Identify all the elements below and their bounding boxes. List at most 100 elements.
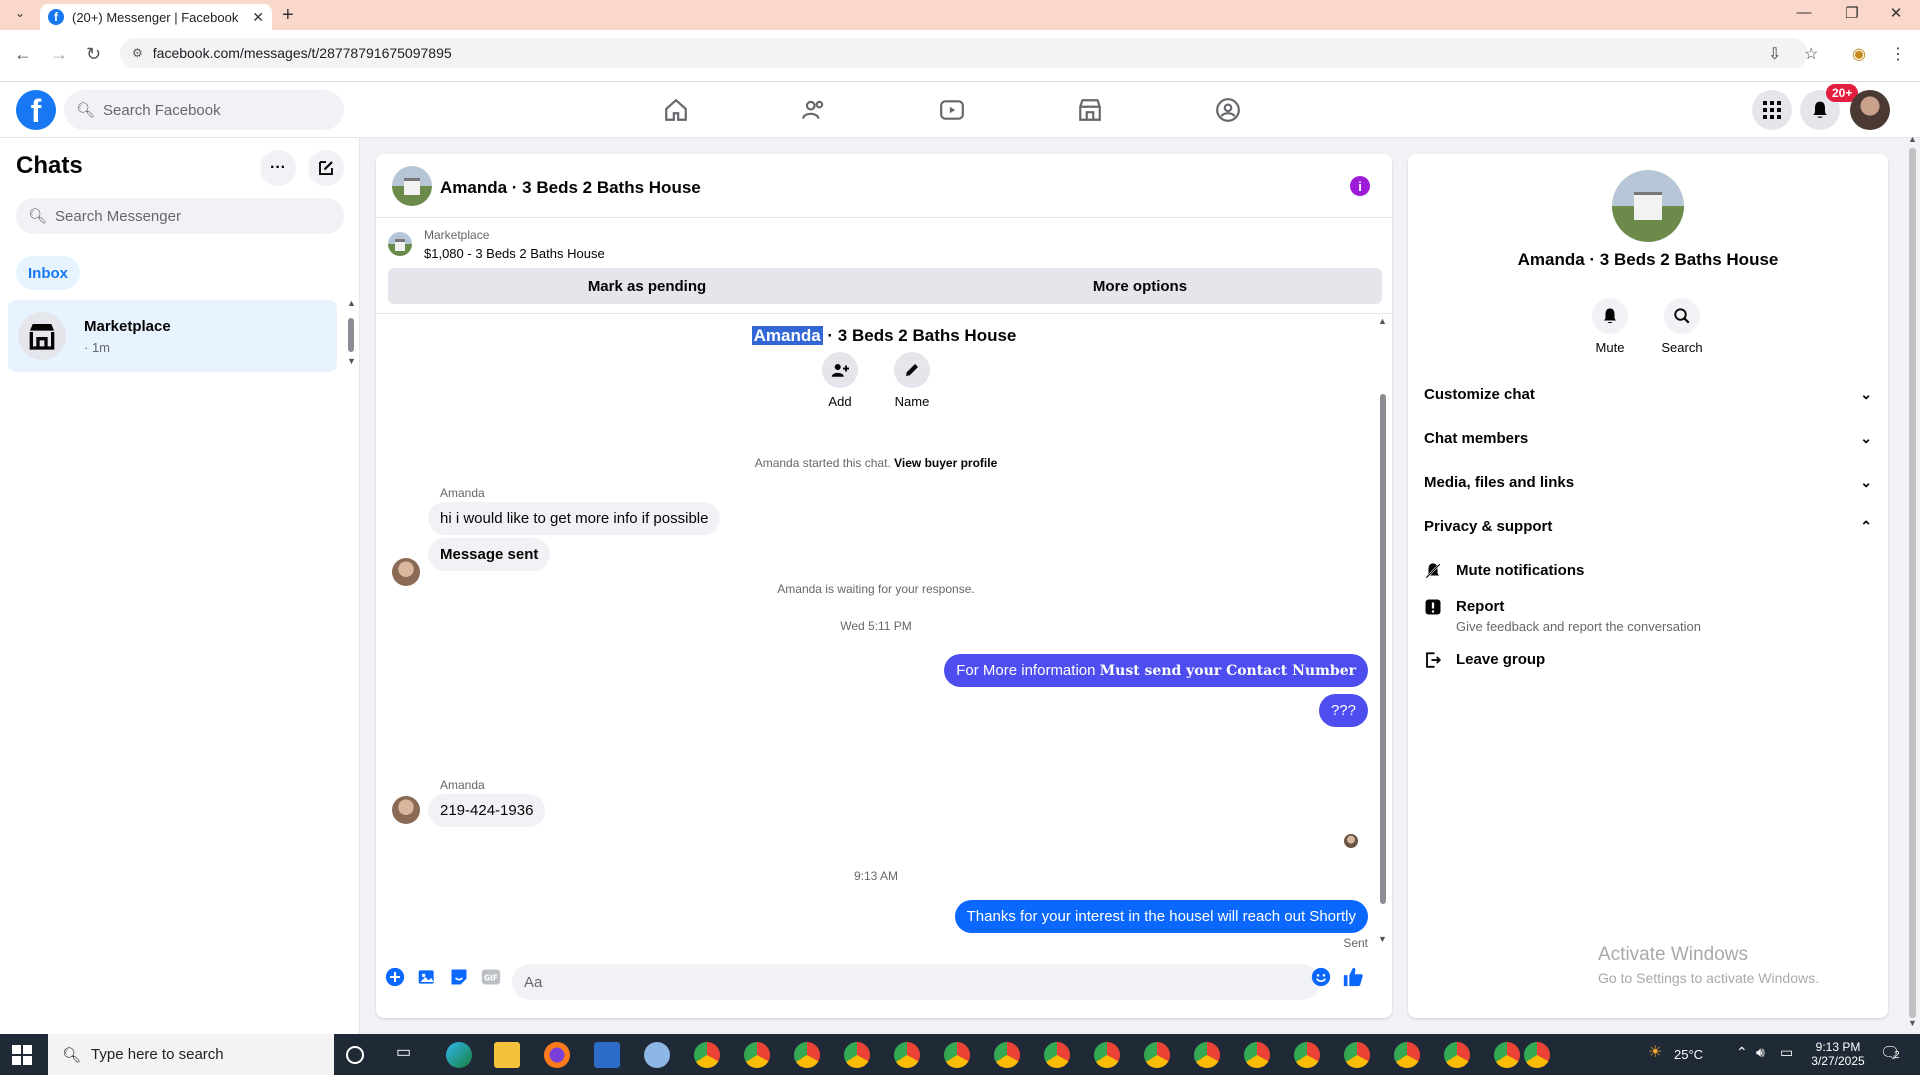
like-thumb-icon[interactable]	[1342, 966, 1364, 988]
more-options-icon[interactable]: ···	[260, 150, 296, 186]
chrome-icon-active[interactable]	[1524, 1042, 1550, 1068]
inbox-filter-tab[interactable]: Inbox	[16, 256, 80, 290]
scroll-up-arrow-icon[interactable]: ▲	[1908, 134, 1917, 144]
facebook-search-input[interactable]: 🔍︎ Search Facebook	[64, 90, 344, 130]
sidebar-scrollbar[interactable]: ▲ ▼	[347, 298, 356, 366]
volume-icon[interactable]: 🔊︎	[1756, 1044, 1765, 1061]
maximize-button[interactable]: ❐	[1832, 4, 1872, 22]
listing-thumbnail[interactable]	[388, 232, 412, 256]
network-icon[interactable]: ▭	[1780, 1044, 1793, 1061]
scrollbar-thumb[interactable]	[348, 318, 354, 352]
chrome-icon[interactable]	[1044, 1042, 1070, 1068]
profile-icon[interactable]: ◉	[1852, 44, 1866, 64]
leave-group-item[interactable]: Leave group	[1424, 651, 1872, 674]
outgoing-message-bubble[interactable]: For More information Must send your Cont…	[944, 654, 1368, 687]
emoji-icon[interactable]	[1310, 966, 1332, 988]
search-in-chat-button[interactable]: Search	[1652, 298, 1712, 355]
clock[interactable]: 9:13 PM 3/27/2025	[1806, 1040, 1870, 1068]
menu-grid-icon[interactable]	[1752, 90, 1792, 130]
chrome-icon[interactable]	[694, 1042, 720, 1068]
chrome-icon[interactable]	[1394, 1042, 1420, 1068]
bookmark-star-icon[interactable]: ☆	[1804, 44, 1818, 64]
more-options-button[interactable]: More options	[898, 268, 1382, 304]
conversation-item[interactable]: Marketplace · 1m	[8, 300, 337, 372]
notepad-icon[interactable]	[594, 1042, 620, 1068]
chrome-icon[interactable]	[1344, 1042, 1370, 1068]
browser-menu-icon[interactable]: ⋮	[1890, 44, 1906, 64]
sender-avatar[interactable]	[392, 796, 420, 824]
scrollbar-thumb[interactable]	[1380, 394, 1386, 904]
file-explorer-icon[interactable]	[494, 1042, 520, 1068]
tray-chevron-up-icon[interactable]: ⌃	[1736, 1044, 1748, 1061]
url-field[interactable]: ⚙ facebook.com/messages/t/28778791675097…	[120, 38, 1808, 68]
chat-header-title[interactable]: Amanda · 3 Beds 2 Baths House	[440, 178, 701, 198]
scrollbar-thumb[interactable]	[1909, 148, 1916, 1018]
chrome-icon[interactable]	[844, 1042, 870, 1068]
scroll-up-arrow-icon[interactable]: ▲	[1378, 316, 1387, 326]
incoming-message-bubble[interactable]: hi i would like to get more info if poss…	[428, 502, 721, 535]
edit-name-button[interactable]: Name	[882, 352, 942, 409]
mark-as-pending-button[interactable]: Mark as pending	[388, 268, 906, 304]
chrome-icon[interactable]	[1144, 1042, 1170, 1068]
view-buyer-profile-link[interactable]: View buyer profile	[894, 456, 997, 470]
cortana-icon[interactable]	[346, 1046, 364, 1064]
chat-avatar[interactable]	[392, 166, 432, 206]
chrome-icon[interactable]	[1094, 1042, 1120, 1068]
privacy-support-section[interactable]: Privacy & support ⌃	[1424, 508, 1872, 544]
mute-notifications-item[interactable]: Mute notifications	[1424, 562, 1872, 585]
chat-scrollbar[interactable]: ▲ ▼	[1378, 314, 1388, 946]
gif-icon[interactable]: GIF	[480, 966, 502, 988]
weather-icon[interactable]: ☀	[1648, 1042, 1662, 1062]
chat-members-section[interactable]: Chat members ⌄	[1424, 420, 1872, 456]
close-window-button[interactable]: ✕	[1876, 4, 1916, 22]
outgoing-message-bubble[interactable]: ???	[1318, 694, 1368, 727]
info-icon[interactable]: i	[1350, 176, 1370, 196]
home-icon[interactable]	[660, 94, 692, 126]
account-avatar[interactable]	[1850, 90, 1890, 130]
friends-icon[interactable]	[798, 94, 830, 126]
firefox-icon[interactable]	[544, 1042, 570, 1068]
customize-chat-section[interactable]: Customize chat ⌄	[1424, 376, 1872, 412]
marketplace-icon[interactable]	[1074, 94, 1106, 126]
task-view-icon[interactable]: ▭	[396, 1042, 422, 1068]
plus-circle-icon[interactable]	[384, 966, 406, 988]
site-info-icon[interactable]: ⚙	[132, 46, 143, 60]
messenger-search-input[interactable]: 🔍︎ Search Messenger	[16, 198, 344, 234]
close-tab-icon[interactable]: ✕	[252, 9, 264, 26]
scroll-down-arrow-icon[interactable]: ▼	[347, 356, 356, 366]
scroll-down-arrow-icon[interactable]: ▼	[1908, 1018, 1917, 1028]
sticker-icon[interactable]	[448, 966, 470, 988]
chat-info-avatar[interactable]	[1612, 170, 1684, 242]
reload-button[interactable]: ↻	[86, 44, 101, 65]
edge-browser-icon[interactable]	[446, 1042, 472, 1068]
temperature[interactable]: 25°C	[1674, 1047, 1703, 1062]
media-files-links-section[interactable]: Media, files and links ⌄	[1424, 464, 1872, 500]
chrome-icon[interactable]	[1494, 1042, 1520, 1068]
report-item[interactable]: Report Give feedback and report the conv…	[1424, 598, 1872, 634]
chrome-icon[interactable]	[1244, 1042, 1270, 1068]
chrome-icon[interactable]	[1294, 1042, 1320, 1068]
incoming-message-bubble[interactable]: 219-424-1936	[428, 794, 546, 827]
windows-start-icon[interactable]	[12, 1045, 32, 1065]
minimize-button[interactable]: —	[1784, 4, 1824, 21]
paint-icon[interactable]	[644, 1042, 670, 1068]
chrome-icon[interactable]	[994, 1042, 1020, 1068]
mute-button[interactable]: Mute	[1580, 298, 1640, 355]
facebook-logo[interactable]: f	[16, 90, 56, 130]
chrome-icon[interactable]	[744, 1042, 770, 1068]
new-message-icon[interactable]	[308, 150, 344, 186]
scroll-down-arrow-icon[interactable]: ▼	[1378, 934, 1387, 944]
chrome-icon[interactable]	[944, 1042, 970, 1068]
add-people-button[interactable]: Add	[810, 352, 870, 409]
tab-search-chevron-icon[interactable]: ⌄	[8, 6, 32, 24]
photo-icon[interactable]	[416, 966, 438, 988]
chrome-icon[interactable]	[794, 1042, 820, 1068]
page-scrollbar[interactable]: ▲ ▼	[1905, 134, 1920, 1034]
listing-title[interactable]: $1,080 - 3 Beds 2 Baths House	[424, 246, 605, 261]
chrome-icon[interactable]	[1444, 1042, 1470, 1068]
back-button[interactable]: ←	[14, 44, 32, 65]
browser-tab[interactable]: f (20+) Messenger | Facebook ✕	[40, 4, 272, 30]
message-input[interactable]: Aa	[512, 964, 1320, 1000]
outgoing-message-bubble[interactable]: Thanks for your interest in the housel w…	[954, 900, 1368, 933]
incoming-message-bubble[interactable]: Message sent	[428, 538, 551, 571]
